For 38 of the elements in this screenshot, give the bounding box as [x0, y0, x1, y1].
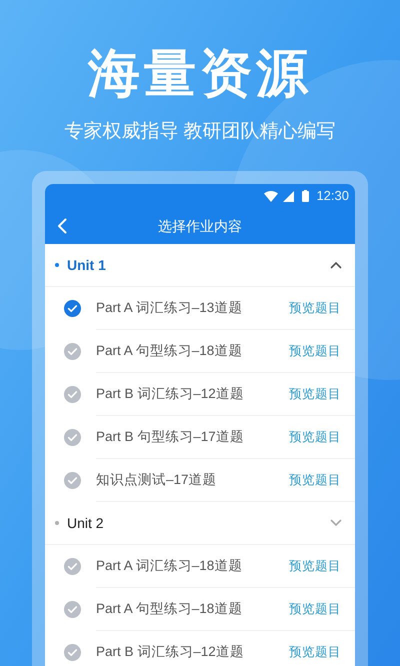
clock: 12:30 [316, 187, 349, 206]
battery-icon [302, 190, 310, 202]
preview-link[interactable]: 预览题目 [289, 600, 341, 618]
checkbox-icon[interactable] [64, 558, 81, 575]
exercise-label: Part A 句型练习–18道题 [96, 600, 244, 618]
preview-link[interactable]: 预览题目 [289, 298, 341, 318]
checkbox-icon[interactable] [64, 601, 81, 618]
exercise-label: Part A 句型练习–18道题 [96, 342, 244, 360]
exercise-label: Part B 句型练习–17道题 [96, 428, 245, 446]
wifi-icon [264, 190, 278, 202]
checkbox-icon[interactable] [64, 343, 81, 360]
unit-title[interactable]: Unit 2 [67, 512, 330, 534]
checkbox-icon[interactable] [64, 472, 81, 489]
bullet-icon [55, 263, 59, 267]
unit-title[interactable]: Unit 1 [67, 254, 330, 276]
preview-link[interactable]: 预览题目 [289, 556, 341, 576]
back-icon[interactable] [57, 218, 67, 234]
chevron-down-icon[interactable] [330, 519, 342, 527]
preview-link[interactable]: 预览题目 [289, 342, 341, 360]
preview-link[interactable]: 预览题目 [289, 428, 341, 446]
tagline: 专家权威指导 教研团队精心编写 [64, 120, 336, 144]
chevron-up-icon[interactable] [330, 261, 342, 269]
bullet-icon [55, 521, 59, 525]
checkbox-icon[interactable] [64, 386, 81, 403]
exercise-label: Part B 词汇练习–12道题 [96, 384, 245, 403]
checkbox-icon[interactable] [64, 644, 81, 661]
exercise-label: Part B 词汇练习–12道题 [96, 642, 245, 661]
exercise-label: Part A 词汇练习–13道题 [96, 298, 244, 317]
exercise-label: Part A 词汇练习–18道题 [96, 556, 244, 575]
signal-icon [283, 190, 294, 202]
preview-link[interactable]: 预览题目 [289, 384, 341, 404]
checkbox-icon[interactable] [64, 300, 81, 317]
screen-title: 选择作业内容 [158, 216, 242, 236]
exercise-label: 知识点测试–17道题 [96, 470, 218, 489]
checkbox-icon[interactable] [64, 429, 81, 446]
preview-link[interactable]: 预览题目 [289, 470, 341, 490]
preview-link[interactable]: 预览题目 [289, 642, 341, 662]
headline: 海量资源 [88, 44, 312, 105]
